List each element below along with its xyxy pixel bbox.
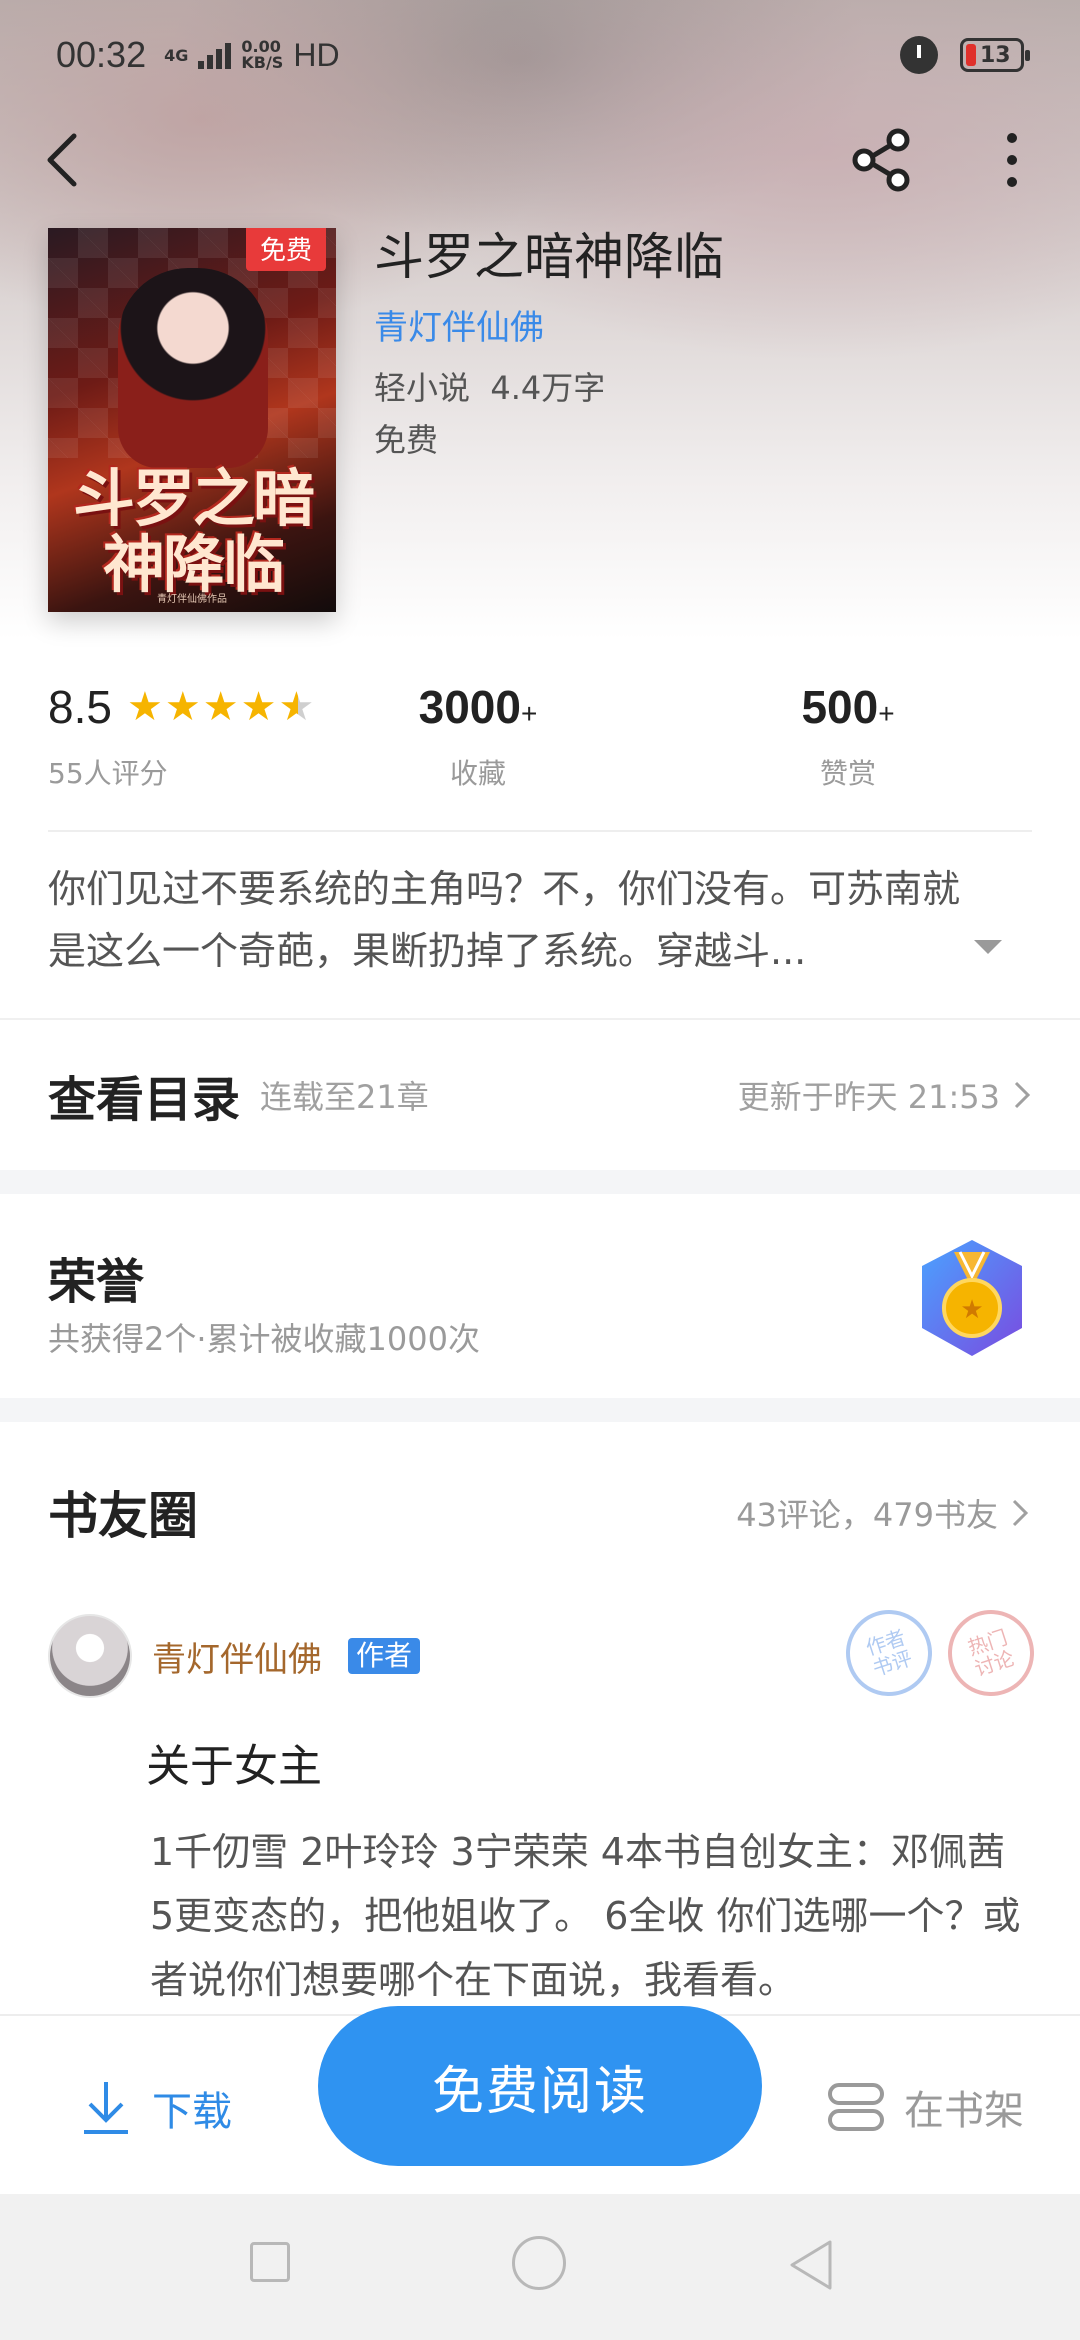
download-button[interactable]: 下载: [80, 2078, 232, 2138]
post-body: 1千仞雪 2叶玲玲 3宁荣荣 4本书自创女主：邓佩茜 5更变态的，把他姐收了。 …: [150, 1830, 1021, 2002]
star-icon: ★: [164, 684, 201, 730]
toc-progress: 连载至21章: [260, 1078, 429, 1116]
battery-fill: [966, 44, 976, 66]
network-indicator: 4G 0.00 KB/S HD: [164, 37, 339, 74]
battery-level: 13: [980, 42, 1011, 68]
book-price: 免费: [374, 421, 439, 459]
circle-stats-link[interactable]: 43评论，479书友: [736, 1490, 1030, 1536]
download-icon: [84, 2082, 128, 2134]
book-meta: 轻小说 4.4万字: [374, 363, 1034, 409]
cover-character: [118, 268, 268, 468]
hd-indicator: HD: [293, 36, 340, 73]
author-review-stamp-icon: 作者书评: [834, 1598, 944, 1708]
battery-icon: 13: [960, 38, 1030, 72]
rating-stars: ★ ★ ★ ★ ★: [127, 687, 314, 727]
book-word-count: 4.4万字: [490, 369, 606, 407]
book-summary[interactable]: 你们见过不要系统的主角吗？不，你们没有。可苏南就是这么一个奇葩，果断扔掉了系统。…: [48, 858, 992, 982]
bookshelf-icon: [828, 2083, 884, 2131]
alarm-icon: [900, 36, 938, 74]
more-button[interactable]: [962, 110, 1062, 210]
chevron-right-icon: [1014, 1081, 1031, 1109]
half-star-icon: ★: [278, 684, 315, 730]
rating-score: 8.5: [48, 681, 112, 733]
circle-stats: 43评论，479书友: [736, 1496, 998, 1534]
post-author[interactable]: 青灯伴仙佛: [152, 1632, 322, 1681]
toc-title: 查看目录: [48, 1072, 241, 1128]
honor-section[interactable]: 荣誉 共获得2个·累计被收藏1000次 ★: [0, 1194, 1080, 1398]
section-gap: [0, 1170, 1080, 1194]
divider: [48, 830, 1032, 832]
status-time: 00:32: [56, 34, 147, 75]
table-of-contents-row[interactable]: 查看目录 连载至21章 更新于昨天 21:53: [0, 1020, 1080, 1170]
signal-icon: [198, 41, 232, 69]
status-bar: 00:32 4G 0.00 KB/S HD 13: [0, 0, 1080, 110]
rewards-count: 500+: [738, 680, 958, 734]
on-shelf-button[interactable]: 在书架: [826, 2078, 1024, 2136]
toc-updated: 更新于昨天 21:53: [738, 1072, 1032, 1118]
network-speed: 0.00 KB/S: [241, 39, 283, 71]
avatar[interactable]: [48, 1614, 132, 1698]
book-cover[interactable]: 斗罗之暗神降临 青灯伴仙佛作品 免费: [48, 228, 336, 612]
book-stats: 8.5 ★ ★ ★ ★ ★ 55人评分 3000+ 收藏 500+ 赞赏: [48, 680, 1032, 830]
rewards-label: 赞赏: [819, 757, 876, 790]
medal-icon: ★: [922, 1240, 1022, 1356]
back-button[interactable]: [12, 110, 112, 210]
shelf-label: 在书架: [904, 2088, 1024, 2134]
favorites-block[interactable]: 3000+ 收藏: [368, 680, 588, 792]
toc-updated-text: 更新于昨天 21:53: [737, 1078, 1000, 1116]
recents-icon[interactable]: [250, 2242, 290, 2282]
favorites-value: 3000: [418, 681, 521, 733]
honor-subtitle: 共获得2个·累计被收藏1000次: [48, 1320, 480, 1358]
free-read-button[interactable]: 免费阅读: [318, 2006, 762, 2166]
free-badge: 免费: [245, 228, 326, 271]
top-nav: [0, 110, 1080, 210]
post-title: 关于女主: [146, 1741, 322, 1792]
chevron-left-icon: [47, 133, 77, 187]
book-title: 斗罗之暗神降临: [374, 228, 724, 286]
book-author-link[interactable]: 青灯伴仙佛: [374, 300, 1034, 349]
star-icon: ★: [127, 684, 163, 730]
favorites-count: 3000+: [368, 680, 588, 734]
speed-unit: KB/S: [241, 53, 284, 72]
share-icon: [852, 128, 910, 192]
rating-count: 55人评分: [48, 757, 168, 790]
book-info: 斗罗之暗神降临 青灯伴仙佛 轻小说 4.4万字 免费: [374, 226, 1034, 461]
star-icon: ★: [202, 684, 239, 730]
more-vertical-icon: [1007, 133, 1017, 187]
network-type: 4G: [164, 45, 189, 65]
rating-block[interactable]: 8.5 ★ ★ ★ ★ ★ 55人评分: [48, 680, 314, 792]
stamp-author-text: 作者书评: [862, 1624, 916, 1682]
stamp-hot-text: 热门讨论: [964, 1624, 1018, 1682]
hot-discussion-stamp-icon: 热门讨论: [936, 1598, 1046, 1708]
favorites-label: 收藏: [449, 757, 506, 790]
honor-title: 荣誉: [48, 1254, 145, 1310]
system-navigation-bar: [0, 2194, 1080, 2340]
favorites-suffix: +: [520, 698, 538, 729]
cover-author-art: 青灯伴仙佛作品: [157, 594, 227, 605]
share-button[interactable]: [832, 110, 932, 210]
author-tag-badge: 作者: [348, 1638, 421, 1674]
circle-title: 书友圈: [48, 1486, 198, 1545]
status-right: 13: [900, 36, 1030, 74]
back-triangle-icon[interactable]: [786, 2238, 836, 2292]
expand-arrow-icon[interactable]: [974, 940, 1002, 954]
book-category: 轻小说: [374, 369, 471, 407]
home-icon[interactable]: [512, 2236, 566, 2290]
rewards-block[interactable]: 500+ 赞赏: [738, 680, 958, 792]
cover-title-art: 斗罗之暗神降临: [72, 462, 315, 601]
section-gap: [0, 1398, 1080, 1422]
star-icon: ★: [240, 684, 277, 730]
download-label: 下载: [152, 2089, 232, 2135]
rewards-value: 500: [801, 681, 879, 733]
svg-text:★: ★: [960, 1295, 983, 1325]
rewards-suffix: +: [878, 698, 895, 729]
chevron-right-icon: [1012, 1499, 1029, 1527]
